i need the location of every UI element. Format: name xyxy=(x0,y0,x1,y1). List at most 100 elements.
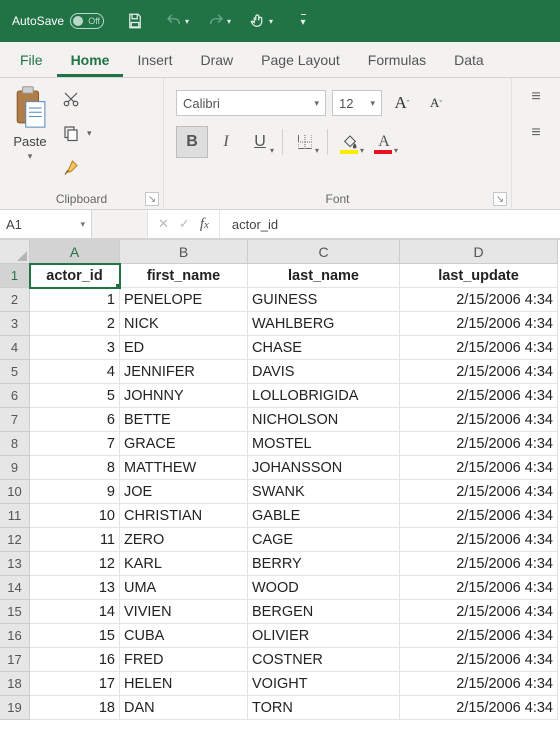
cell[interactable]: 14 xyxy=(30,600,120,624)
copy-button[interactable] xyxy=(56,120,86,146)
fill-color-button[interactable]: ▾ xyxy=(334,126,366,158)
borders-button[interactable]: ▾ xyxy=(289,126,321,158)
cell[interactable]: 2/15/2006 4:34 xyxy=(400,336,558,360)
col-header-A[interactable]: A xyxy=(30,240,120,264)
cancel-formula-button[interactable]: ✕ xyxy=(158,216,169,232)
cell[interactable]: 9 xyxy=(30,480,120,504)
cell[interactable]: 5 xyxy=(30,384,120,408)
cell[interactable]: PENELOPE xyxy=(120,288,248,312)
tab-page-layout[interactable]: Page Layout xyxy=(247,44,354,77)
tab-file[interactable]: File xyxy=(6,44,57,77)
cell[interactable]: 2/15/2006 4:34 xyxy=(400,576,558,600)
cell[interactable]: 2/15/2006 4:34 xyxy=(400,432,558,456)
format-painter-button[interactable] xyxy=(56,154,86,180)
cell[interactable]: actor_id xyxy=(30,264,120,288)
col-header-D[interactable]: D xyxy=(400,240,558,264)
font-size-combo[interactable]: 12 ▾ xyxy=(332,90,382,116)
cell[interactable]: 3 xyxy=(30,336,120,360)
cell[interactable]: JOHANSSON xyxy=(248,456,400,480)
row-header[interactable]: 11 xyxy=(0,504,30,528)
cell[interactable]: BERGEN xyxy=(248,600,400,624)
cell[interactable]: 2/15/2006 4:34 xyxy=(400,624,558,648)
cell[interactable]: 2/15/2006 4:34 xyxy=(400,384,558,408)
cell[interactable]: first_name xyxy=(120,264,248,288)
cell[interactable]: 2/15/2006 4:34 xyxy=(400,456,558,480)
tab-data[interactable]: Data xyxy=(440,44,498,77)
cell[interactable]: DAN xyxy=(120,696,248,720)
row-header[interactable]: 13 xyxy=(0,552,30,576)
cell[interactable]: 15 xyxy=(30,624,120,648)
cell[interactable]: CHASE xyxy=(248,336,400,360)
row-header[interactable]: 4 xyxy=(0,336,30,360)
cell[interactable]: 12 xyxy=(30,552,120,576)
cell[interactable]: 13 xyxy=(30,576,120,600)
cell[interactable]: 16 xyxy=(30,648,120,672)
cell[interactable]: 2/15/2006 4:34 xyxy=(400,600,558,624)
save-button[interactable] xyxy=(118,4,152,38)
cell[interactable]: 2/15/2006 4:34 xyxy=(400,552,558,576)
cell[interactable]: GUINESS xyxy=(248,288,400,312)
row-header[interactable]: 16 xyxy=(0,624,30,648)
cell[interactable]: 2/15/2006 4:34 xyxy=(400,696,558,720)
tab-formulas[interactable]: Formulas xyxy=(354,44,440,77)
cell[interactable]: GABLE xyxy=(248,504,400,528)
cell[interactable]: BERRY xyxy=(248,552,400,576)
cell[interactable]: 7 xyxy=(30,432,120,456)
underline-button[interactable]: U ▾ xyxy=(244,126,276,158)
cell[interactable]: UMA xyxy=(120,576,248,600)
cell[interactable]: WOOD xyxy=(248,576,400,600)
cell[interactable]: MATTHEW xyxy=(120,456,248,480)
cell[interactable]: 2/15/2006 4:34 xyxy=(400,504,558,528)
cell[interactable]: TORN xyxy=(248,696,400,720)
cell[interactable]: VIVIEN xyxy=(120,600,248,624)
cell[interactable]: CUBA xyxy=(120,624,248,648)
cell[interactable]: 2/15/2006 4:34 xyxy=(400,360,558,384)
cell[interactable]: last_name xyxy=(248,264,400,288)
insert-function-button[interactable]: fx xyxy=(200,216,209,233)
cell[interactable]: JENNIFER xyxy=(120,360,248,384)
redo-button[interactable]: ▾ xyxy=(202,4,236,38)
italic-button[interactable]: I xyxy=(210,126,242,158)
cell[interactable]: DAVIS xyxy=(248,360,400,384)
customize-qat-button[interactable]: ▾ xyxy=(286,4,320,38)
cell[interactable]: 2/15/2006 4:34 xyxy=(400,672,558,696)
cell[interactable]: KARL xyxy=(120,552,248,576)
col-header-B[interactable]: B xyxy=(120,240,248,264)
cell[interactable]: VOIGHT xyxy=(248,672,400,696)
spreadsheet-grid[interactable]: A B C D 1actor_idfirst_namelast_namelast… xyxy=(0,240,560,720)
row-header[interactable]: 9 xyxy=(0,456,30,480)
cell[interactable]: 2 xyxy=(30,312,120,336)
font-color-button[interactable]: A ▾ xyxy=(368,126,400,158)
row-header[interactable]: 10 xyxy=(0,480,30,504)
cell[interactable]: ED xyxy=(120,336,248,360)
cell[interactable]: FRED xyxy=(120,648,248,672)
row-header[interactable]: 14 xyxy=(0,576,30,600)
alignment-button-partial[interactable]: ≡ xyxy=(521,88,551,106)
cell[interactable]: 1 xyxy=(30,288,120,312)
cell[interactable]: GRACE xyxy=(120,432,248,456)
row-header[interactable]: 15 xyxy=(0,600,30,624)
cell[interactable]: 2/15/2006 4:34 xyxy=(400,480,558,504)
row-header[interactable]: 6 xyxy=(0,384,30,408)
cell[interactable]: LOLLOBRIGIDA xyxy=(248,384,400,408)
cell[interactable]: 2/15/2006 4:34 xyxy=(400,408,558,432)
bold-button[interactable]: B xyxy=(176,126,208,158)
cell[interactable]: 6 xyxy=(30,408,120,432)
row-header[interactable]: 1 xyxy=(0,264,30,288)
cell[interactable]: SWANK xyxy=(248,480,400,504)
row-header[interactable]: 18 xyxy=(0,672,30,696)
clipboard-launcher[interactable]: ↘ xyxy=(145,192,159,206)
cell[interactable]: COSTNER xyxy=(248,648,400,672)
cell[interactable]: 17 xyxy=(30,672,120,696)
font-name-combo[interactable]: Calibri ▾ xyxy=(176,90,326,116)
cell[interactable]: 2/15/2006 4:34 xyxy=(400,288,558,312)
row-header[interactable]: 2 xyxy=(0,288,30,312)
cell[interactable]: JOHNNY xyxy=(120,384,248,408)
name-box[interactable]: A1 ▾ xyxy=(0,210,92,238)
cell[interactable]: 11 xyxy=(30,528,120,552)
cell[interactable]: NICK xyxy=(120,312,248,336)
row-header[interactable]: 5 xyxy=(0,360,30,384)
cell[interactable]: ZERO xyxy=(120,528,248,552)
cell[interactable]: NICHOLSON xyxy=(248,408,400,432)
formula-bar[interactable]: actor_id xyxy=(220,217,560,232)
